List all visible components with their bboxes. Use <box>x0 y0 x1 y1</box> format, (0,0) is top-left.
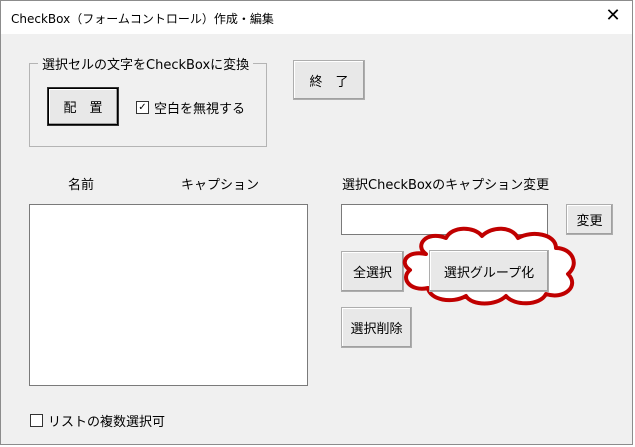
title-bar: CheckBox（フォームコントロール）作成・編集 ✕ <box>1 1 632 34</box>
multi-select-label: リストの複数選択可 <box>48 415 166 430</box>
ignore-blank-check-icon[interactable]: ✓ <box>136 101 149 114</box>
list-header-caption: キャプション <box>181 178 260 193</box>
close-icon[interactable]: ✕ <box>602 6 624 26</box>
caption-edit-label: 選択CheckBoxのキャプション変更 <box>342 178 550 193</box>
place-button[interactable]: 配 置 <box>47 87 119 126</box>
group-selected-button[interactable]: 選択グループ化 <box>429 250 549 292</box>
ignore-blank-checkbox[interactable]: ✓ 空白を無視する <box>136 98 245 117</box>
convert-frame-legend: 選択セルの文字をCheckBoxに変換 <box>38 54 254 73</box>
window-title: CheckBox（フォームコントロール）作成・編集 <box>11 12 274 26</box>
ignore-blank-label: 空白を無視する <box>154 102 246 117</box>
multi-select-checkbox[interactable]: リストの複数選択可 <box>30 411 165 430</box>
select-all-button[interactable]: 全選択 <box>341 251 404 292</box>
multi-select-check-icon[interactable] <box>30 414 43 427</box>
end-button[interactable]: 終 了 <box>293 60 365 100</box>
delete-selected-button[interactable]: 選択削除 <box>341 307 412 348</box>
checkbox-listbox[interactable] <box>29 204 308 386</box>
list-header-name: 名前 <box>68 178 95 193</box>
